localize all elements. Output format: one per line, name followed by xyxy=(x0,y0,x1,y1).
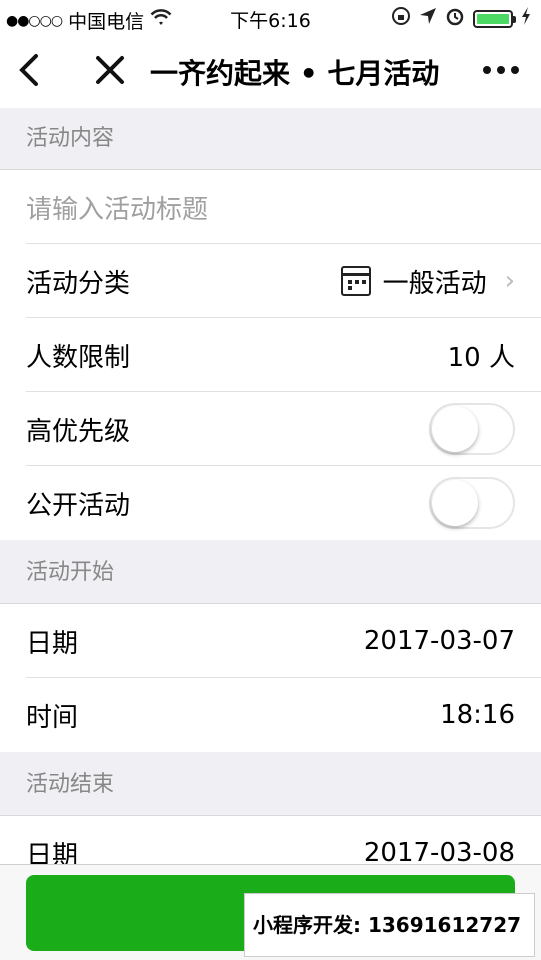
navigation-bar: 一齐约起来 • 七月活动 xyxy=(0,36,541,108)
priority-toggle[interactable] xyxy=(429,403,515,455)
start-time-value[interactable]: 18:16 xyxy=(440,700,515,730)
close-icon[interactable] xyxy=(92,50,128,97)
start-date-cell[interactable]: 日期 2017-03-07 xyxy=(0,604,541,678)
alarm-icon xyxy=(445,6,465,31)
start-date-label: 日期 xyxy=(26,628,79,659)
limit-value[interactable]: 10 人 xyxy=(448,337,515,374)
category-label: 活动分类 xyxy=(26,268,131,299)
section-header-start: 活动开始 xyxy=(0,542,541,604)
section-header-content: 活动内容 xyxy=(0,108,541,170)
section-header-end: 活动结束 xyxy=(0,754,541,816)
category-value: 一般活动 xyxy=(382,268,487,299)
limit-cell[interactable]: 人数限制 10 人 xyxy=(0,318,541,392)
battery-icon xyxy=(473,9,516,28)
public-label: 公开活动 xyxy=(26,490,131,521)
start-time-label: 时间 xyxy=(26,702,79,733)
page-title: 一齐约起来 • 七月活动 xyxy=(150,57,440,90)
watermark-banner: 小程序开发: 13691612727 xyxy=(244,893,535,957)
category-cell[interactable]: 活动分类 一般活动 › xyxy=(0,244,541,318)
location-icon xyxy=(419,7,437,30)
activity-title-input[interactable]: 请输入活动标题 xyxy=(26,189,208,226)
more-icon[interactable] xyxy=(481,48,521,96)
start-date-value[interactable]: 2017-03-07 xyxy=(364,626,515,656)
status-bar: ●●○○○ 中国电信 下午6:16 xyxy=(0,0,541,36)
public-toggle[interactable] xyxy=(429,477,515,529)
limit-label: 人数限制 xyxy=(26,342,131,373)
start-time-cell[interactable]: 时间 18:16 xyxy=(0,678,541,752)
rotation-lock-icon xyxy=(391,6,411,31)
public-cell: 公开活动 xyxy=(0,466,541,540)
toggle-knob xyxy=(432,406,478,452)
chevron-right-icon: › xyxy=(504,266,515,296)
chevron-left-icon[interactable] xyxy=(14,50,44,97)
priority-cell: 高优先级 xyxy=(0,392,541,466)
calendar-icon xyxy=(340,266,371,296)
charging-icon xyxy=(521,7,531,30)
toggle-knob xyxy=(432,480,478,526)
title-input-cell[interactable]: 请输入活动标题 xyxy=(0,170,541,244)
priority-label: 高优先级 xyxy=(26,416,131,447)
